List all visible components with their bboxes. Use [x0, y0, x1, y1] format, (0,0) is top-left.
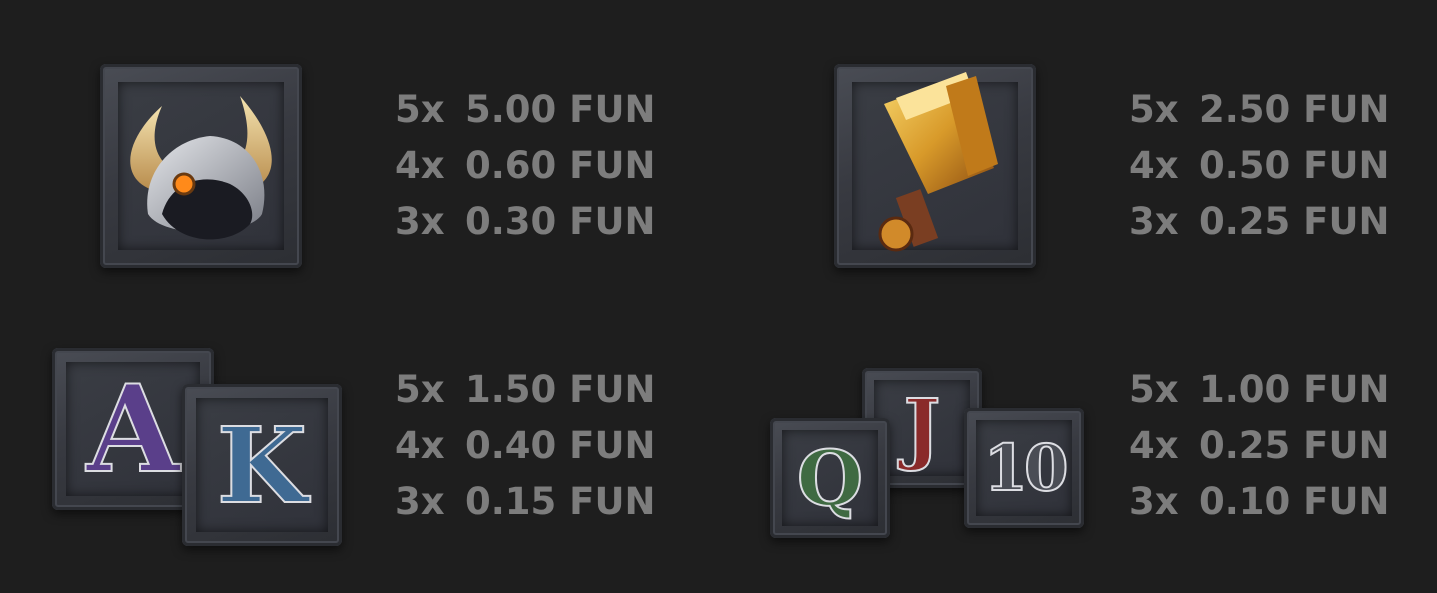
pay-row: 5x 2.50 FUN — [1129, 82, 1389, 138]
letter-10-tile: 10 — [964, 408, 1084, 528]
pay-row: 3x 0.15 FUN — [395, 474, 655, 530]
pay-multiplier: 3x — [1129, 480, 1179, 523]
pay-multiplier: 3x — [395, 480, 445, 523]
letter-10-icon: 10 — [982, 430, 1069, 507]
helmet-symbol-tile — [100, 64, 302, 268]
letter-k-tile: K — [182, 384, 342, 546]
pay-multiplier: 5x — [395, 88, 445, 131]
paytable-hammer: 5x 2.50 FUN 4x 0.50 FUN 3x 0.25 FUN — [1129, 82, 1389, 250]
pay-multiplier: 5x — [1129, 368, 1179, 411]
pay-amount: 0.30 FUN — [465, 200, 656, 243]
pay-amount: 1.00 FUN — [1199, 368, 1390, 411]
pay-row: 4x 0.40 FUN — [395, 418, 655, 474]
pay-row: 3x 0.30 FUN — [395, 194, 655, 250]
pay-multiplier: 3x — [395, 200, 445, 243]
pay-multiplier: 3x — [1129, 200, 1179, 243]
hammer-icon — [878, 72, 998, 252]
paytable-helmet: 5x 5.00 FUN 4x 0.60 FUN 3x 0.30 FUN — [395, 82, 655, 250]
pay-amount: 0.50 FUN — [1199, 144, 1390, 187]
pay-amount: 0.25 FUN — [1199, 424, 1390, 467]
pay-row: 4x 0.25 FUN — [1129, 418, 1389, 474]
pay-amount: 0.15 FUN — [465, 480, 656, 523]
pay-row: 4x 0.50 FUN — [1129, 138, 1389, 194]
pay-amount: 0.25 FUN — [1199, 200, 1390, 243]
letter-q-tile: Q — [770, 418, 890, 538]
letter-k-icon: K — [216, 403, 308, 528]
viking-helmet-icon — [130, 96, 272, 240]
pay-multiplier: 4x — [395, 144, 445, 187]
hammer-symbol-tile — [834, 64, 1036, 268]
pay-amount: 1.50 FUN — [465, 368, 656, 411]
pay-row: 5x 1.50 FUN — [395, 362, 655, 418]
letter-q-icon: Q — [796, 433, 864, 524]
pay-amount: 5.00 FUN — [465, 88, 656, 131]
pay-amount: 0.10 FUN — [1199, 480, 1390, 523]
pay-row: 5x 1.00 FUN — [1129, 362, 1389, 418]
pay-amount: 2.50 FUN — [1199, 88, 1390, 131]
pay-multiplier: 5x — [395, 368, 445, 411]
pay-row: 4x 0.60 FUN — [395, 138, 655, 194]
pay-multiplier: 4x — [395, 424, 445, 467]
pay-multiplier: 5x — [1129, 88, 1179, 131]
paytable-qj10: 5x 1.00 FUN 4x 0.25 FUN 3x 0.10 FUN — [1129, 362, 1389, 530]
pay-row: 5x 5.00 FUN — [395, 82, 655, 138]
pay-multiplier: 4x — [1129, 424, 1179, 467]
paytable-ak: 5x 1.50 FUN 4x 0.40 FUN 3x 0.15 FUN — [395, 362, 655, 530]
pay-multiplier: 4x — [1129, 144, 1179, 187]
pay-row: 3x 0.10 FUN — [1129, 474, 1389, 530]
pay-amount: 0.40 FUN — [465, 424, 656, 467]
pay-amount: 0.60 FUN — [465, 144, 656, 187]
pay-row: 3x 0.25 FUN — [1129, 194, 1389, 250]
